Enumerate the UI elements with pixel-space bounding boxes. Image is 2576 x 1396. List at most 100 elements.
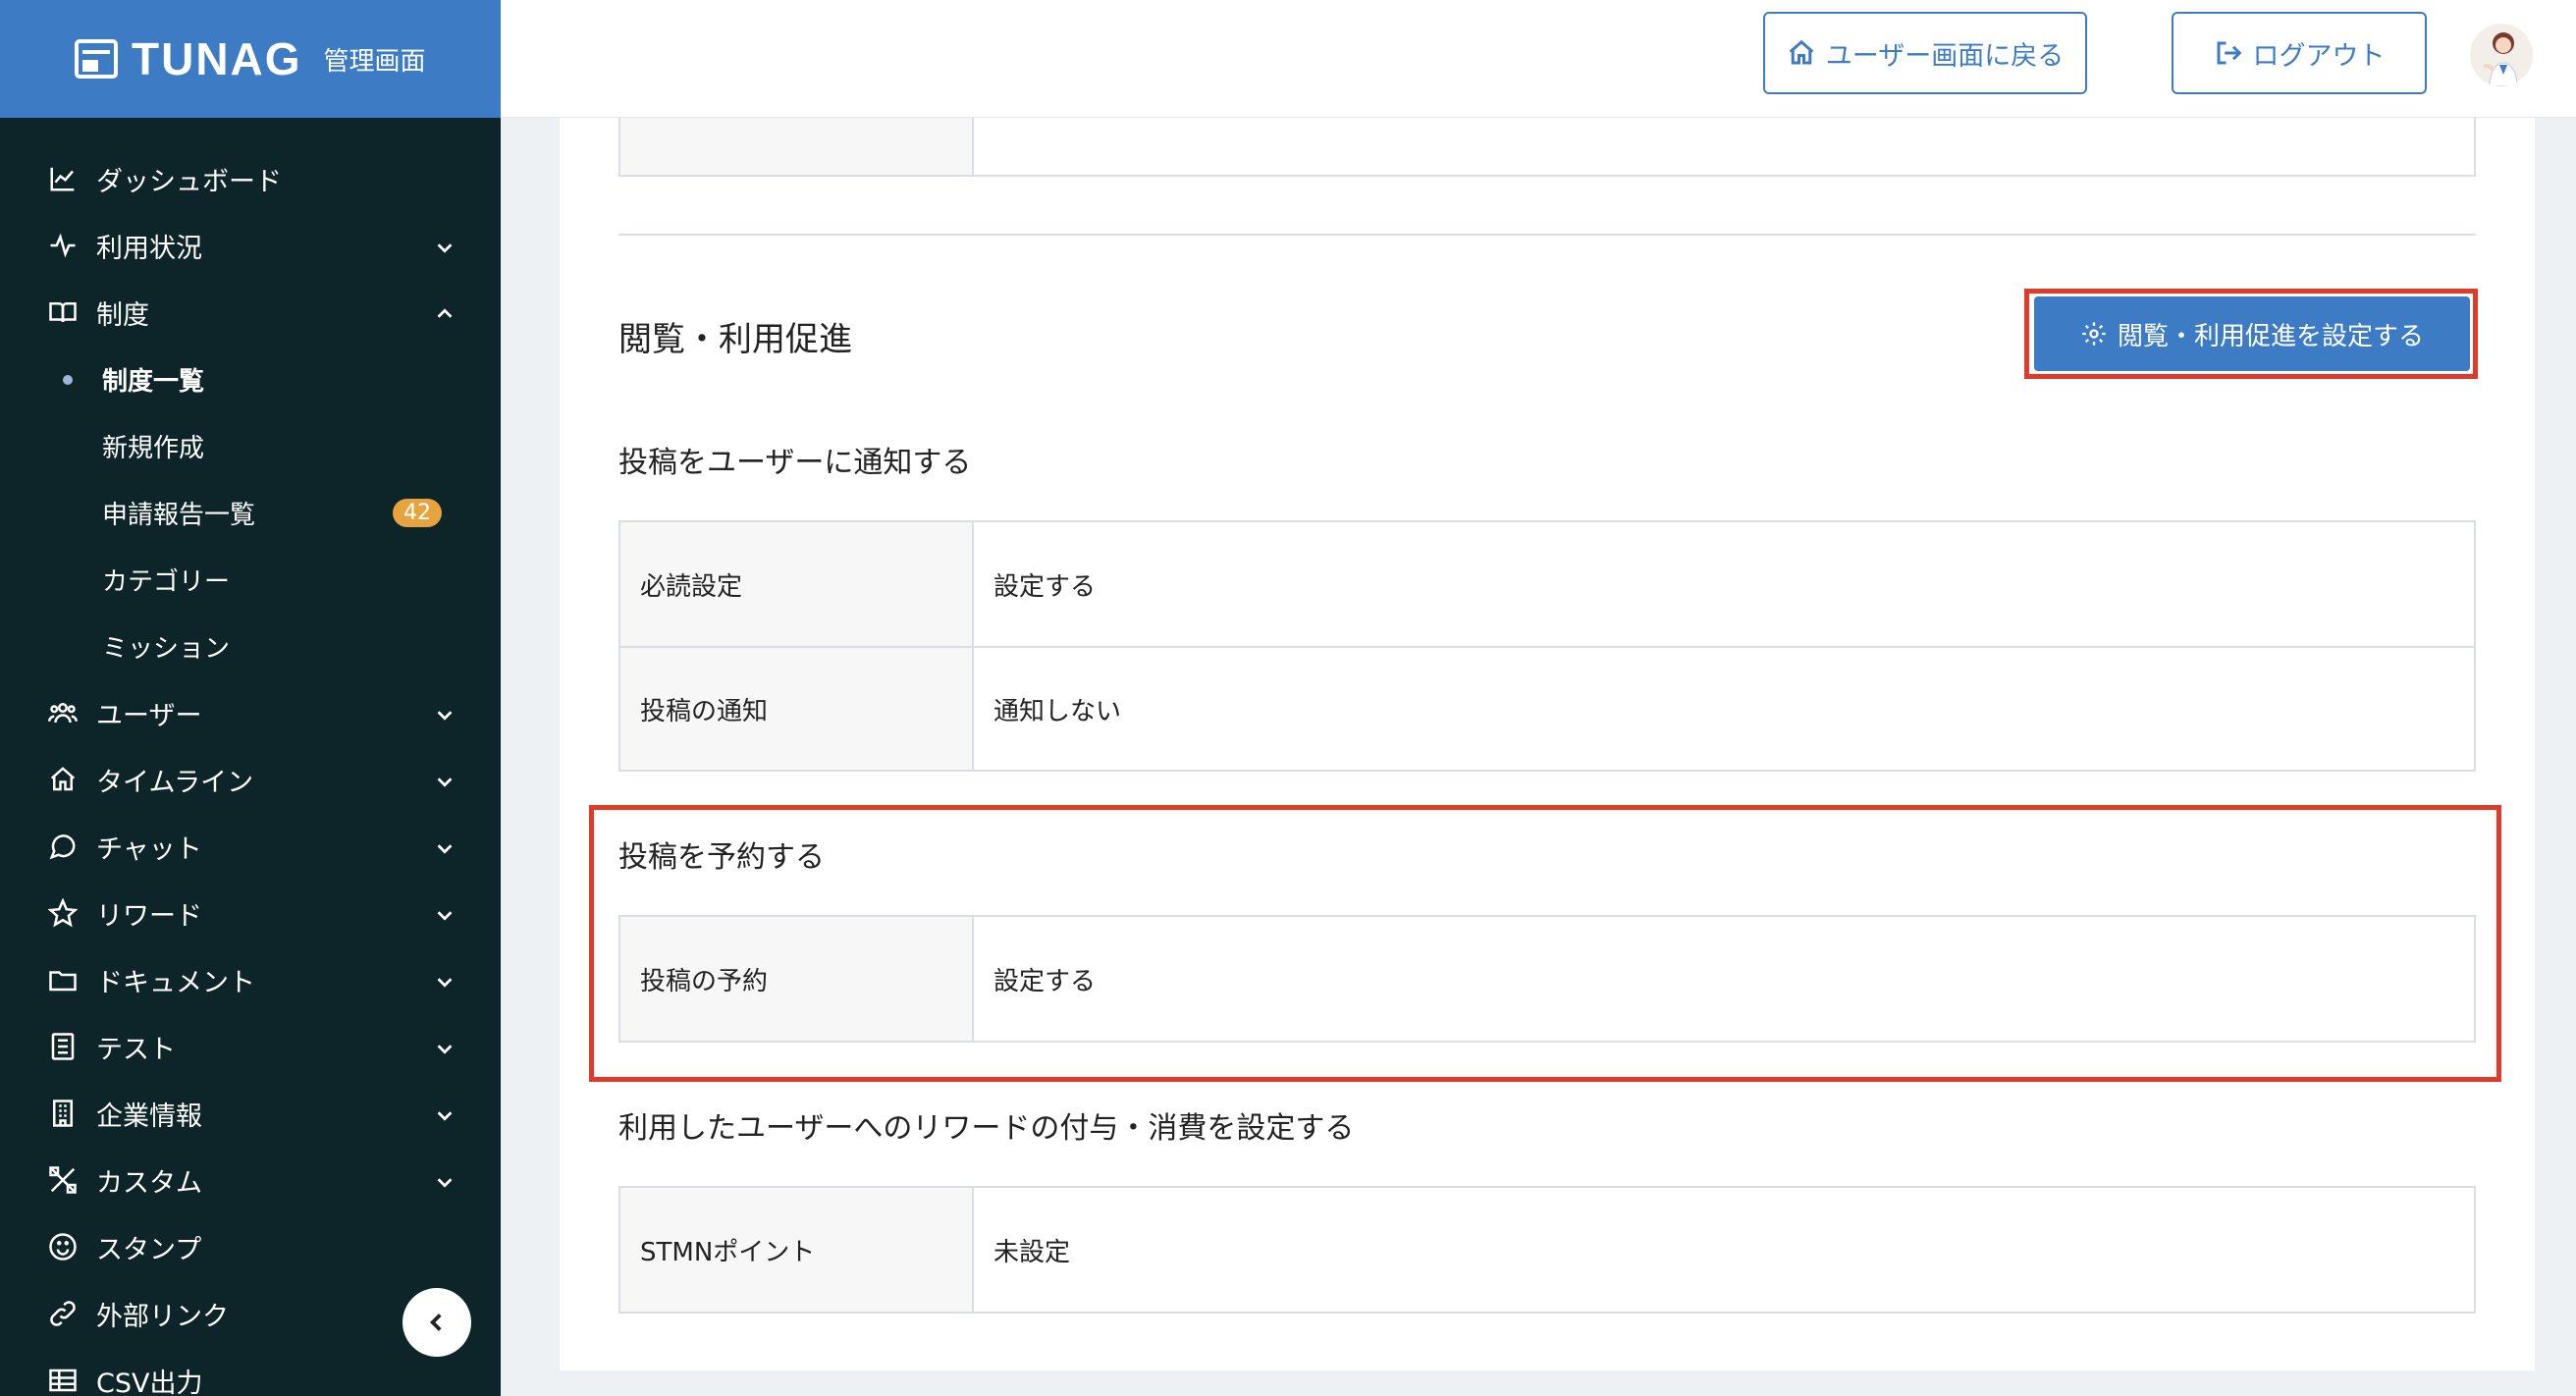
link-icon — [47, 1298, 79, 1329]
brand-header[interactable]: TUNAG 管理画面 — [0, 0, 501, 118]
sidebar-subitem-reports[interactable]: 申請報告一覧 42 — [0, 479, 501, 546]
folder-icon — [47, 964, 79, 995]
sidebar-subitem-label: ミッション — [102, 633, 231, 664]
sidebar-subitem-label: カテゴリー — [102, 566, 231, 597]
table-key-cell: 投稿の通知 — [620, 648, 974, 770]
sidebar-item-label: ドキュメント — [96, 967, 255, 998]
brand-subtitle: 管理画面 — [323, 46, 426, 77]
notify-table: 必読設定 設定する 投稿の通知 通知しない — [618, 520, 2476, 772]
sidebar-subitem-mission[interactable]: ミッション — [0, 613, 501, 679]
sidebar-item-label: ダッシュボード — [96, 166, 282, 197]
count-badge: 42 — [393, 498, 442, 527]
tools-icon — [47, 1164, 79, 1196]
notify-section-title: 投稿をユーザーに通知する — [618, 446, 972, 480]
sidebar-item-chat[interactable]: チャット — [0, 813, 501, 880]
back-button-label: ユーザー画面に戻る — [1825, 40, 2065, 72]
sidebar-item-dashboard[interactable]: ダッシュボード — [0, 145, 501, 212]
chart-line-icon — [47, 163, 79, 194]
sidebar-item-label: テスト — [96, 1034, 176, 1065]
table-key-cell: 必読設定 — [620, 522, 974, 646]
sidebar-item-company[interactable]: 企業情報 — [0, 1080, 501, 1147]
top-header: ユーザー画面に戻る ログアウト — [501, 0, 2576, 118]
previous-table-remnant — [618, 118, 2476, 177]
sidebar-item-label: スタンプ — [96, 1234, 202, 1265]
chevron-down-icon — [434, 769, 456, 790]
sidebar-subitem-label: 申請報告一覧 — [102, 500, 256, 530]
sidebar-item-users[interactable]: ユーザー — [0, 679, 501, 746]
sidebar-item-test[interactable]: テスト — [0, 1013, 501, 1080]
tunag-logo-icon — [75, 39, 118, 79]
smile-icon — [47, 1231, 79, 1262]
reward-table: STMNポイント 未設定 — [618, 1186, 2476, 1314]
chevron-up-icon — [434, 301, 456, 323]
sidebar-item-reward[interactable]: リワード — [0, 880, 501, 946]
table-value-cell: 設定する — [993, 966, 1097, 996]
schedule-table: 投稿の予約 設定する — [618, 915, 2476, 1043]
avatar[interactable] — [2470, 24, 2533, 86]
sidebar-subitem-label: 新規作成 — [102, 433, 205, 463]
table-key-cell: 投稿の予約 — [620, 917, 974, 1041]
table-key-cell — [620, 118, 974, 175]
sidebar-item-document[interactable]: ドキュメント — [0, 946, 501, 1013]
sidebar-item-stamp[interactable]: スタンプ — [0, 1213, 501, 1280]
star-icon — [47, 897, 79, 929]
building-icon — [47, 1098, 79, 1129]
back-to-user-screen-button[interactable]: ユーザー画面に戻る — [1763, 12, 2087, 94]
sidebar-item-label: 外部リンク — [96, 1301, 229, 1332]
chevron-left-icon — [429, 1314, 442, 1331]
active-dot-icon — [63, 375, 73, 385]
sidebar-item-label: チャット — [96, 833, 202, 865]
chevron-down-icon — [434, 902, 456, 924]
users-icon — [47, 697, 79, 728]
chevron-down-icon — [434, 702, 456, 724]
sidebar-item-custom[interactable]: カスタム — [0, 1147, 501, 1213]
schedule-section-title: 投稿を予約する — [618, 840, 825, 875]
sidebar: TUNAG 管理画面 ダッシュボード 利用状況 制度 制度一覧 新規作成 申請報… — [0, 0, 501, 1396]
pulse-icon — [47, 230, 79, 261]
logout-button-label: ログアウト — [2252, 40, 2386, 72]
home-icon — [1789, 39, 1814, 65]
table-icon — [47, 1365, 79, 1396]
table-row: 投稿の予約 設定する — [620, 917, 2474, 1041]
sidebar-item-label: 制度 — [96, 299, 149, 331]
sidebar-subitem-category[interactable]: カテゴリー — [0, 546, 501, 613]
sidebar-item-label: タイムライン — [96, 767, 254, 798]
sidebar-nav: ダッシュボード 利用状況 制度 制度一覧 新規作成 申請報告一覧 42 カテゴリ… — [0, 118, 501, 1396]
sidebar-item-label: 企業情報 — [96, 1101, 202, 1132]
table-value-cell: 未設定 — [993, 1237, 1071, 1267]
table-key-cell: STMNポイント — [620, 1188, 974, 1312]
sidebar-subitem-system-list[interactable]: 制度一覧 — [0, 346, 501, 412]
table-row — [620, 118, 2474, 175]
sidebar-item-timeline[interactable]: タイムライン — [0, 746, 501, 813]
table-value-cell: 設定する — [993, 571, 1097, 602]
sidebar-subitem-new[interactable]: 新規作成 — [0, 412, 501, 479]
sidebar-item-label: カスタム — [96, 1167, 202, 1199]
sidebar-subitem-label: 制度一覧 — [102, 366, 205, 397]
sidebar-item-label: 利用状況 — [96, 233, 202, 264]
chevron-down-icon — [434, 1169, 456, 1191]
chevron-down-icon — [434, 969, 456, 991]
brand-name: TUNAG — [132, 33, 302, 84]
checklist-icon — [47, 1031, 79, 1062]
highlight-box-settings — [2024, 289, 2478, 379]
book-icon — [47, 296, 79, 328]
chevron-down-icon — [434, 835, 456, 857]
table-row: 投稿の通知 通知しない — [620, 646, 2474, 770]
table-value-cell — [974, 118, 2474, 175]
table-row: 必読設定 設定する — [620, 522, 2474, 646]
section-title: 閲覧・利用促進 — [618, 320, 852, 359]
logout-icon — [2217, 41, 2241, 65]
chevron-down-icon — [434, 235, 456, 256]
chevron-down-icon — [434, 1102, 456, 1124]
sidebar-item-label: CSV出力 — [96, 1368, 203, 1396]
logout-button[interactable]: ログアウト — [2172, 12, 2427, 94]
section-divider — [618, 234, 2476, 236]
sidebar-item-label: ユーザー — [96, 700, 202, 731]
user-avatar-icon — [2483, 32, 2518, 86]
sidebar-item-system[interactable]: 制度 — [0, 279, 501, 346]
sidebar-item-usage[interactable]: 利用状況 — [0, 212, 501, 279]
sidebar-collapse-button[interactable] — [402, 1288, 471, 1357]
reward-section-title: 利用したユーザーへのリワードの付与・消費を設定する — [618, 1111, 1355, 1146]
chat-bubble-icon — [47, 831, 79, 862]
table-value-cell: 通知しない — [993, 696, 1122, 726]
